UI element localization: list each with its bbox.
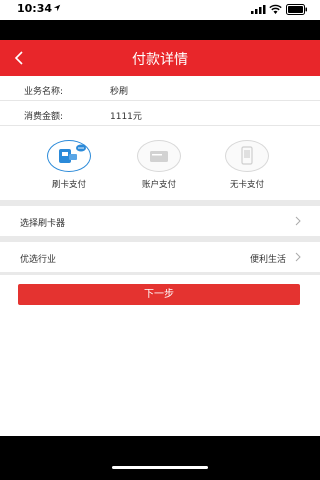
info-row-business: 业务名称: 秒刷	[0, 76, 320, 101]
location-arrow-icon	[53, 4, 61, 12]
pay-option-card-label: 刷卡支付	[51, 180, 86, 190]
status-bar: 10:34	[0, 0, 320, 20]
home-indicator	[112, 466, 208, 469]
pay-option-account[interactable]: 账户支付	[124, 140, 194, 200]
pay-option-card[interactable]: 刷卡支付	[34, 140, 104, 200]
section-divider	[0, 272, 320, 275]
select-card-reader-label: 选择刷卡器	[20, 219, 66, 229]
industry-label: 优选行业	[20, 255, 57, 265]
cardless-pay-icon-circle	[225, 140, 269, 172]
battery-icon	[286, 4, 307, 15]
phone-icon	[241, 146, 253, 165]
account-pay-icon-circle	[137, 140, 181, 172]
page-title: 付款详情	[132, 52, 188, 68]
chevron-right-icon	[295, 252, 301, 262]
card-reader-icon	[59, 144, 86, 163]
content-area: 业务名称: 秒刷 消费金额: 1111元 刷卡支付 账户支付 无卡支付 选择刷卡…	[0, 76, 320, 436]
status-time: 10:34	[17, 2, 53, 15]
pay-option-cardless-label: 无卡支付	[229, 180, 264, 190]
top-band	[0, 20, 320, 40]
business-name-value: 秒刷	[110, 87, 129, 97]
select-card-reader-row[interactable]: 选择刷卡器	[0, 206, 320, 236]
business-name-label: 业务名称:	[24, 87, 64, 97]
pay-option-cardless[interactable]: 无卡支付	[212, 140, 282, 200]
chevron-right-icon	[295, 216, 301, 226]
nav-bar: 付款详情	[0, 40, 320, 76]
industry-value: 便利生活	[249, 255, 286, 265]
bottom-band	[0, 436, 320, 480]
signal-icon	[251, 5, 266, 14]
industry-row[interactable]: 优选行业 便利生活	[0, 242, 320, 272]
pay-option-account-label: 账户支付	[141, 180, 176, 190]
card-pay-icon-circle	[47, 140, 91, 172]
info-row-amount: 消费金额: 1111元	[0, 101, 320, 126]
payment-methods: 刷卡支付 账户支付 无卡支付	[0, 130, 320, 200]
wallet-icon	[150, 151, 168, 162]
amount-label: 消费金额:	[24, 112, 64, 122]
amount-value: 1111元	[110, 112, 142, 122]
phone-screen: 10:34 付款详情 业务名称: 秒刷 消费金额: 1111元 刷卡支付 账户支…	[0, 0, 320, 480]
wifi-icon	[269, 4, 282, 14]
next-step-button[interactable]: 下一步	[18, 284, 300, 305]
